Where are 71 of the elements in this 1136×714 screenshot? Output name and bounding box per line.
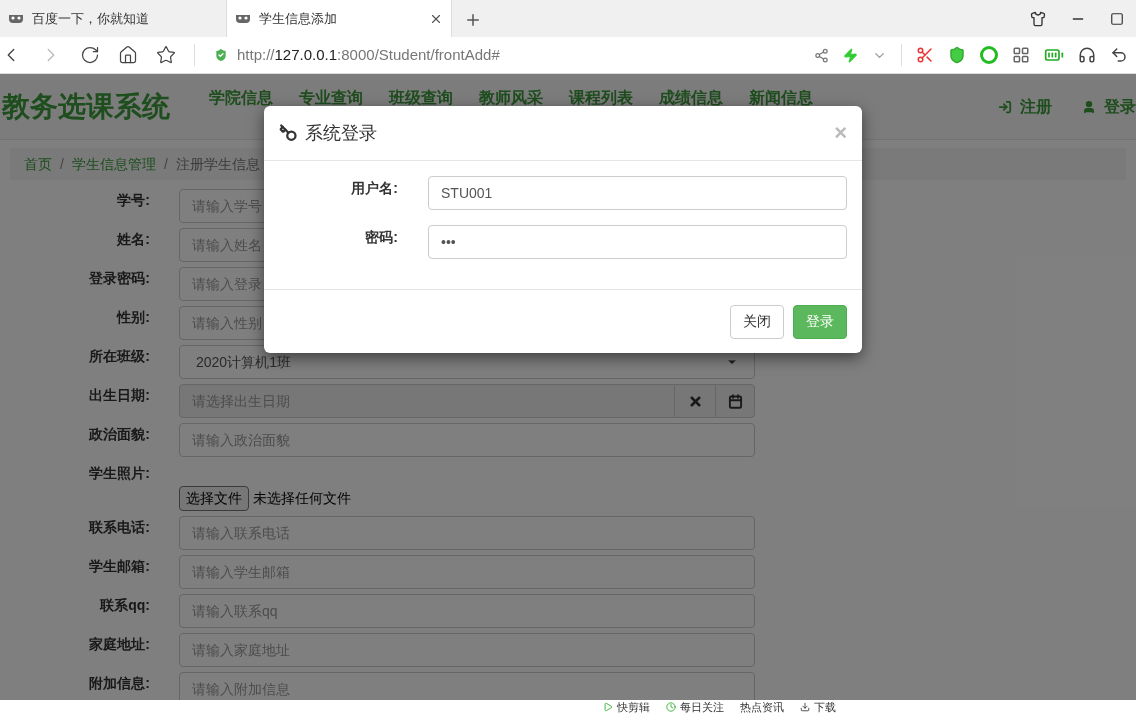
breadcrumb-item[interactable]: 学生信息管理 [71,153,156,175]
nav-link[interactable]: 成绩信息 [659,86,723,110]
file-status: 未选择任何文件 [253,489,351,508]
field-label: 政治面貌: [88,425,150,444]
skin-icon[interactable] [1030,11,1046,27]
choose-file-button[interactable]: 选择文件 [179,486,249,511]
browser-tab[interactable]: 学生信息添加 [226,0,452,37]
field-label: 用户名: [350,179,398,198]
close-button[interactable]: × [834,122,847,144]
status-item[interactable]: 下载 [800,700,836,714]
field-label: 性别: [115,308,150,327]
new-tab-icon[interactable] [464,11,482,29]
status-item[interactable]: 每日关注 [666,700,724,714]
field-label: 家庭地址: [88,635,150,654]
field-label: 联系电话: [87,518,150,537]
calendar-icon [727,393,743,409]
bookmark-icon[interactable] [156,45,176,65]
status-item[interactable]: 热点资讯 [740,700,784,714]
calendar-button[interactable] [715,384,755,418]
play-icon [603,702,613,712]
field-label: 姓名: [116,230,150,249]
apps-icon[interactable] [1012,46,1030,64]
shield-icon[interactable] [948,46,966,64]
headphones-icon[interactable] [1078,46,1096,64]
mask-icon [8,13,24,24]
breadcrumb-separator: / [163,154,168,174]
nav-link[interactable]: 教师风采 [479,86,543,110]
field-label: 学号: [116,191,150,210]
key-icon [279,124,297,142]
field-label: 附加信息: [88,674,150,693]
nav-link[interactable]: 学院信息 [209,86,273,110]
share-icon[interactable] [814,47,829,63]
dialog-title: 系统登录 [305,121,378,145]
scissors-icon[interactable] [916,46,934,64]
field-label: 出生日期: [88,386,150,405]
field-label: 学生邮箱: [88,557,150,576]
undo-icon[interactable] [1110,46,1128,64]
tab-title: 百度一下，你就知道 [32,9,150,28]
login-button[interactable]: 登录 [793,304,847,339]
clock-icon [666,702,676,712]
circle-icon[interactable] [980,46,998,64]
field-label: 联系qq: [98,596,150,615]
clear-button[interactable] [675,384,715,418]
status-item[interactable]: 快剪辑 [603,700,650,714]
sign-in-icon [998,99,1012,114]
tab-title: 学生信息添加 [259,9,338,28]
home-icon[interactable] [118,45,138,65]
password-field[interactable]: ••• [428,225,847,259]
refresh-icon[interactable] [80,45,100,65]
mask-icon [235,13,251,24]
field-label: 所在班级: [88,347,150,366]
username-field[interactable]: STU001 [428,176,847,210]
download-icon [800,702,810,712]
nav-link[interactable]: 课程列表 [569,86,633,110]
close-dialog-button[interactable]: 关闭 [730,304,784,339]
breadcrumb-item[interactable]: 首页 [24,153,52,175]
field-label: 密码: [364,228,398,247]
secure-icon [213,47,229,63]
nav-link[interactable]: 班级查询 [389,86,453,110]
user-icon [1082,99,1096,114]
field-label: 登录密码: [88,269,150,288]
site-brand[interactable]: 教务选课系统 [0,85,209,128]
nav-link[interactable]: 新闻信息 [749,86,813,110]
breadcrumb-separator: / [60,154,64,174]
field-label: 学生照片: [88,464,150,483]
address-field[interactable]: http://127.0.0.1:8000/Student/frontAdd# [213,43,796,67]
maximize-icon[interactable] [1110,12,1124,26]
breadcrumb-item: 注册学生信息 [175,154,260,174]
nav-link[interactable]: 登录 [1082,94,1136,119]
nav-link[interactable]: 专业查询 [299,86,363,110]
nav-link[interactable]: 注册 [998,94,1052,119]
